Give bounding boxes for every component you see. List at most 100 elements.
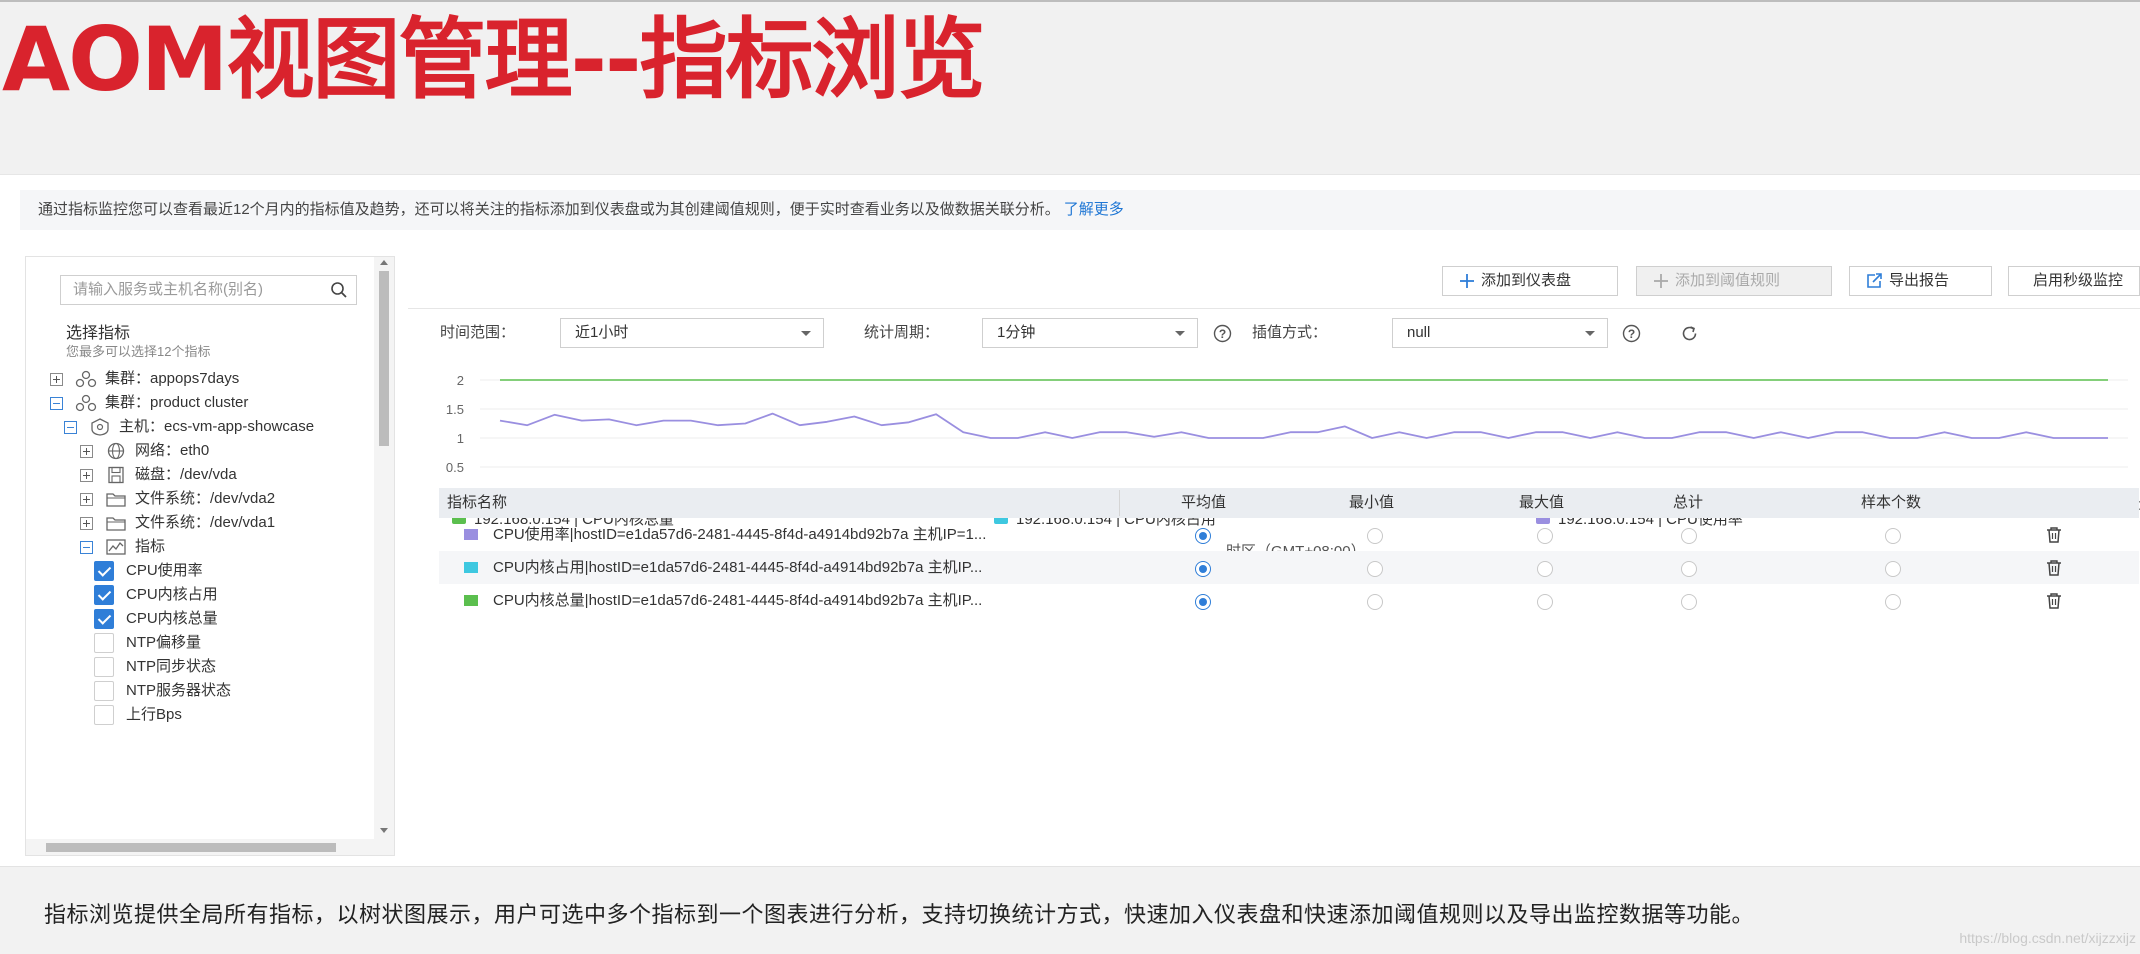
tree-vertical-scrollbar[interactable] <box>374 257 394 855</box>
folder-icon <box>106 517 126 531</box>
metric-checkbox-row[interactable]: NTP服务器状态 <box>94 679 231 703</box>
tree-search-input[interactable]: 请输入服务或主机名称(别名) <box>60 275 357 305</box>
radio-min[interactable] <box>1367 528 1383 544</box>
collapse-icon[interactable] <box>80 540 93 554</box>
expand-icon[interactable] <box>50 372 63 386</box>
col-header-total[interactable]: 总计 <box>1673 488 1703 518</box>
top-divider <box>0 0 2140 2</box>
metric-tree-panel: 请输入服务或主机名称(别名) 选择指标 您最多可以选择12个指标 集群：appo… <box>25 256 395 856</box>
expand-icon[interactable] <box>80 444 93 458</box>
help-icon[interactable]: ? <box>1622 324 1641 343</box>
radio-min[interactable] <box>1367 594 1383 610</box>
radio-max[interactable] <box>1537 594 1553 610</box>
interp-select[interactable]: null <box>1392 318 1608 348</box>
col-header-samples[interactable]: 样本个数 <box>1861 488 1921 518</box>
footer-caption: 指标浏览提供全局所有指标，以树状图展示，用户可选中多个指标到一个图表进行分析，支… <box>44 902 1755 927</box>
metric-checkbox-row[interactable]: CPU内核占用 <box>94 583 218 607</box>
collapse-icon[interactable] <box>64 420 77 434</box>
checkbox-checked[interactable] <box>94 561 114 581</box>
tree-node-label: 文件系统：/dev/vda2 <box>135 490 276 507</box>
add-to-dashboard-button[interactable]: 添加到仪表盘 <box>1442 266 1618 296</box>
trash-icon[interactable] <box>2045 559 2063 577</box>
plus-icon <box>1654 274 1668 288</box>
folder-icon <box>106 493 126 507</box>
tree-node-fs-vda2[interactable]: 文件系统：/dev/vda2 <box>80 487 275 511</box>
series-swatch <box>464 595 478 606</box>
chart-icon <box>106 539 126 555</box>
table-row: CPU内核总量|hostID=e1da57d6-2481-4445-8f4d-a… <box>439 584 2139 617</box>
scroll-down-arrow-icon[interactable] <box>380 828 388 833</box>
metric-checkbox-row[interactable]: NTP同步状态 <box>94 655 216 679</box>
search-icon[interactable] <box>330 281 348 299</box>
tree-search-placeholder: 请输入服务或主机名称(别名) <box>73 281 263 298</box>
radio-avg[interactable] <box>1195 594 1211 610</box>
series-line-3 <box>499 412 2108 439</box>
tree-node-label: 主机：ecs-vm-app-showcase <box>119 418 315 435</box>
intro-bar: 通过指标监控您可以查看最近12个月内的指标值及趋势，还可以将关注的指标添加到仪表… <box>20 190 2140 230</box>
radio-min[interactable] <box>1367 561 1383 577</box>
metric-checkbox-row[interactable]: 上行Bps <box>94 703 182 727</box>
plus-icon <box>1460 274 1474 288</box>
tree-node-label: 磁盘：/dev/vda <box>135 466 237 483</box>
time-range-label: 时间范围： <box>440 324 516 341</box>
checkbox[interactable] <box>94 705 114 725</box>
metric-checkbox-row[interactable]: CPU内核总量 <box>94 607 218 631</box>
tree-node-network[interactable]: 网络：eth0 <box>80 439 209 463</box>
help-icon[interactable]: ? <box>1213 324 1232 343</box>
tree-node-label: 指标 <box>135 538 166 555</box>
svg-text:?: ? <box>1628 327 1635 341</box>
metric-label: NTP同步状态 <box>126 658 217 675</box>
period-select[interactable]: 1分钟 <box>982 318 1198 348</box>
export-report-button[interactable]: 导出报告 <box>1849 266 1992 296</box>
radio-total[interactable] <box>1681 594 1697 610</box>
checkbox[interactable] <box>94 657 114 677</box>
column-divider <box>1119 490 1120 516</box>
y-tick-label: 1 <box>457 431 464 446</box>
trash-icon[interactable] <box>2045 526 2063 544</box>
tree-node-fs-vda1[interactable]: 文件系统：/dev/vda1 <box>80 511 275 535</box>
tree-node-label: 文件系统：/dev/vda1 <box>135 514 276 531</box>
tree-horizontal-scrollbar[interactable] <box>26 839 374 855</box>
tree-node-cluster-product[interactable]: 集群：product cluster <box>50 391 248 415</box>
time-range-select[interactable]: 近1小时 <box>560 318 824 348</box>
radio-total[interactable] <box>1681 561 1697 577</box>
scroll-thumb[interactable] <box>46 843 336 852</box>
col-header-min[interactable]: 最小值 <box>1349 488 1394 518</box>
col-header-max[interactable]: 最大值 <box>1519 488 1564 518</box>
radio-avg[interactable] <box>1195 561 1211 577</box>
tree-node-disk[interactable]: 磁盘：/dev/vda <box>80 463 237 487</box>
disk-icon <box>108 466 124 484</box>
radio-samples[interactable] <box>1885 561 1901 577</box>
interp-label: 插值方式： <box>1252 324 1328 341</box>
expand-icon[interactable] <box>80 492 93 506</box>
radio-max[interactable] <box>1537 528 1553 544</box>
radio-avg[interactable] <box>1195 528 1211 544</box>
checkbox-checked[interactable] <box>94 585 114 605</box>
radio-samples[interactable] <box>1885 528 1901 544</box>
radio-samples[interactable] <box>1885 594 1901 610</box>
second-level-monitor-button[interactable]: 启用秒级监控 <box>2008 266 2140 296</box>
tree-node-metrics[interactable]: 指标 <box>80 535 165 559</box>
collapse-icon[interactable] <box>50 396 63 410</box>
radio-total[interactable] <box>1681 528 1697 544</box>
expand-icon[interactable] <box>80 468 93 482</box>
chevron-down-icon <box>801 331 811 336</box>
checkbox-checked[interactable] <box>94 609 114 629</box>
metric-checkbox-row[interactable]: NTP偏移量 <box>94 631 201 655</box>
radio-max[interactable] <box>1537 561 1553 577</box>
scroll-up-arrow-icon[interactable] <box>380 260 388 265</box>
tree-node-cluster-appops[interactable]: 集群：appops7days <box>50 367 239 391</box>
scroll-thumb[interactable] <box>379 271 389 446</box>
tree-node-host[interactable]: 主机：ecs-vm-app-showcase <box>64 415 314 439</box>
metric-checkbox-row[interactable]: CPU使用率 <box>94 559 203 583</box>
trash-icon[interactable] <box>2045 592 2063 610</box>
checkbox[interactable] <box>94 633 114 653</box>
metric-label: NTP偏移量 <box>126 634 202 651</box>
checkbox[interactable] <box>94 681 114 701</box>
learn-more-link[interactable]: 了解更多 <box>1064 201 1124 218</box>
refresh-icon[interactable] <box>1680 324 1699 343</box>
add-to-threshold-button[interactable]: 添加到阈值规则 <box>1636 266 1832 296</box>
col-header-avg[interactable]: 平均值 <box>1181 488 1226 518</box>
expand-icon[interactable] <box>80 516 93 530</box>
metric-name: CPU使用率|hostID=e1da57d6-2481-4445-8f4d-a4… <box>493 526 987 543</box>
